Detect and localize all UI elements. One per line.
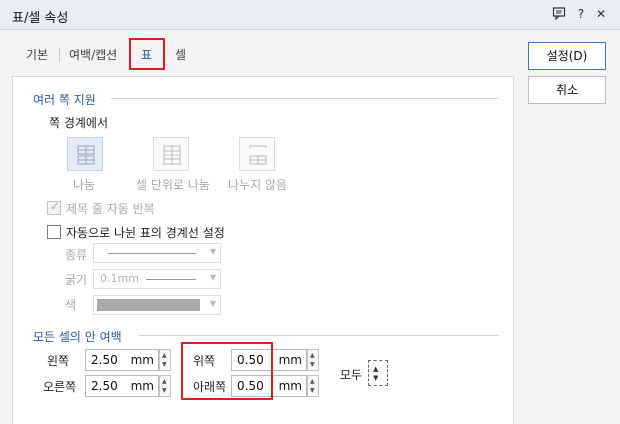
up-icon: ▲	[373, 365, 379, 373]
repeat-title-label: 제목 줄 자동 반복	[66, 202, 155, 216]
auto-border-checkbox[interactable]	[47, 225, 61, 239]
split-option-divide[interactable]	[67, 137, 103, 171]
tab-margin-caption[interactable]: 여백/캡션	[69, 46, 117, 63]
left-margin-value: 2.50	[91, 353, 118, 367]
table-split-icon	[77, 145, 95, 165]
section-divider	[111, 98, 499, 99]
tab-divider	[59, 48, 60, 62]
thickness-label: 굵기	[65, 273, 88, 287]
split-section-title: 여러 쪽 지원	[33, 93, 96, 107]
cancel-button[interactable]: 취소	[528, 76, 606, 104]
left-margin-stepper[interactable]: ▲ ▼	[159, 349, 171, 371]
table-no-split-icon	[249, 145, 267, 165]
section-divider	[139, 335, 499, 336]
line-color-select[interactable]: ▼	[93, 295, 221, 315]
up-icon: ▲	[310, 378, 315, 385]
left-margin-unit: mm	[130, 353, 154, 367]
table-cell-split-icon	[163, 145, 181, 165]
help-icon[interactable]: ?	[573, 6, 589, 22]
check-icon: ✓	[50, 199, 61, 213]
chevron-down-icon: ▼	[209, 299, 216, 308]
chevron-down-icon: ▼	[209, 273, 216, 282]
color-swatch	[97, 299, 200, 311]
auto-border-label: 자동으로 나뉜 표의 경계선 설정	[66, 226, 225, 240]
top-margin-unit: mm	[278, 353, 302, 367]
down-icon: ▼	[373, 374, 379, 382]
split-option-none-label: 나누지 않음	[228, 178, 288, 192]
bottom-margin-unit: mm	[278, 379, 302, 393]
right-margin-input[interactable]: 2.50 mm	[85, 375, 159, 397]
split-option-by-cell[interactable]	[153, 137, 189, 171]
ok-button[interactable]: 설정(D)	[528, 42, 606, 70]
down-icon: ▼	[310, 387, 315, 394]
up-icon: ▲	[310, 352, 315, 359]
split-option-divide-label: 나눔	[73, 178, 96, 192]
table-tab-highlight	[129, 38, 165, 70]
right-margin-stepper[interactable]: ▲ ▼	[159, 375, 171, 397]
all-margins-stepper[interactable]: ▲ ▼	[368, 360, 388, 386]
line-type-select[interactable]: ▼	[93, 243, 221, 263]
type-label: 종류	[65, 248, 88, 262]
right-margin-value: 2.50	[91, 379, 118, 393]
line-thickness-select[interactable]: 0.1mm ▼	[93, 269, 221, 289]
all-margins-label: 모두	[340, 368, 363, 382]
left-margin-label: 왼쪽	[47, 354, 70, 368]
right-margin-unit: mm	[130, 379, 154, 393]
right-margin-label: 오른쪽	[43, 380, 77, 394]
boundary-label: 쪽 경계에서	[49, 116, 109, 130]
left-margin-input[interactable]: 2.50 mm	[85, 349, 159, 371]
down-icon: ▼	[162, 387, 167, 394]
margin-section-title: 모든 셀의 안 여백	[33, 330, 122, 344]
repeat-title-checkbox[interactable]: ✓	[47, 199, 61, 215]
down-icon: ▼	[162, 361, 167, 368]
tab-basic[interactable]: 기본	[26, 46, 48, 63]
thickness-value: 0.1mm	[100, 272, 139, 285]
margin-highlight	[181, 342, 273, 400]
color-label: 색	[65, 298, 77, 312]
chevron-down-icon: ▼	[209, 247, 216, 256]
up-icon: ▲	[162, 352, 167, 359]
close-icon[interactable]: ✕	[593, 6, 609, 22]
tab-cell[interactable]: 셀	[175, 46, 186, 63]
down-icon: ▼	[310, 361, 315, 368]
thickness-preview	[146, 279, 196, 280]
split-option-none[interactable]	[239, 137, 275, 171]
window-title: 표/셀 속성	[12, 11, 69, 26]
split-option-by-cell-label: 셀 단위로 나눔	[136, 178, 210, 192]
top-margin-stepper[interactable]: ▲ ▼	[307, 349, 319, 371]
message-icon[interactable]	[551, 6, 567, 22]
line-preview	[108, 253, 196, 254]
title-bar: 표/셀 속성 ? ✕	[0, 0, 620, 30]
up-icon: ▲	[162, 378, 167, 385]
bottom-margin-stepper[interactable]: ▲ ▼	[307, 375, 319, 397]
